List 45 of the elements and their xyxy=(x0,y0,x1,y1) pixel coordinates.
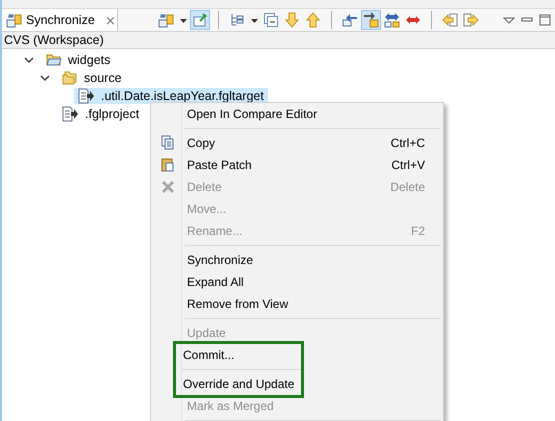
menu-item[interactable]: Copy Ctrl+C xyxy=(153,132,443,154)
chevron-icon[interactable] xyxy=(40,73,50,83)
pin-icon xyxy=(192,12,208,28)
caret-icon xyxy=(250,16,258,24)
close-button[interactable]: ⨯ xyxy=(104,14,116,26)
folder-icon xyxy=(62,70,78,86)
chevron-icon[interactable] xyxy=(24,55,34,65)
two-way-arrow-icon xyxy=(384,12,400,28)
menu-item[interactable]: Override and Update xyxy=(176,373,301,395)
next-icon xyxy=(463,12,479,28)
view-header: CVS (Workspace) xyxy=(2,32,555,49)
tree-item[interactable]: source xyxy=(58,70,126,86)
up-arrow-icon xyxy=(305,12,321,28)
tree-item[interactable]: .fglproject xyxy=(58,106,144,122)
menu-item[interactable]: Synchronize xyxy=(153,249,443,271)
shortcut-label: F2 xyxy=(410,224,425,238)
incoming-icon xyxy=(363,12,379,28)
shortcut-label: Ctrl+C xyxy=(390,136,425,150)
caret-icon xyxy=(180,16,186,24)
menu-item[interactable]: Remove from View xyxy=(153,293,443,315)
outgoing-icon xyxy=(342,12,358,28)
menu-item[interactable]: Commit... xyxy=(176,344,301,366)
database-icon xyxy=(6,12,22,28)
down-arrow-icon xyxy=(284,12,300,28)
collapse-icon xyxy=(263,12,279,28)
toolbar-button[interactable] xyxy=(361,10,381,30)
shortcut-label: Delete xyxy=(390,180,425,194)
previous-icon xyxy=(442,12,458,28)
tree-item[interactable]: widgets xyxy=(42,52,114,68)
file-icon xyxy=(78,88,95,104)
shortcut-label: Ctrl+V xyxy=(391,158,425,172)
tree-icon xyxy=(229,12,245,28)
menu-item[interactable]: Paste Patch Ctrl+V xyxy=(153,154,443,176)
menu-item[interactable]: Expand All xyxy=(153,271,443,293)
maximize-icon xyxy=(539,14,551,26)
copy-icon xyxy=(160,135,176,151)
menu-item[interactable]: Open In Compare Editor xyxy=(153,103,443,125)
toolbar-button[interactable] xyxy=(382,10,402,30)
view-tab[interactable]: Synchronize ⨯ xyxy=(2,9,118,31)
open-folder-icon xyxy=(46,52,62,68)
file-icon xyxy=(62,106,79,122)
database-icon xyxy=(158,12,174,28)
delete-icon xyxy=(160,179,176,195)
tree-item[interactable]: .util.Date.isLeapYear.fgltarget xyxy=(74,88,268,104)
clipboard-icon xyxy=(160,157,176,173)
